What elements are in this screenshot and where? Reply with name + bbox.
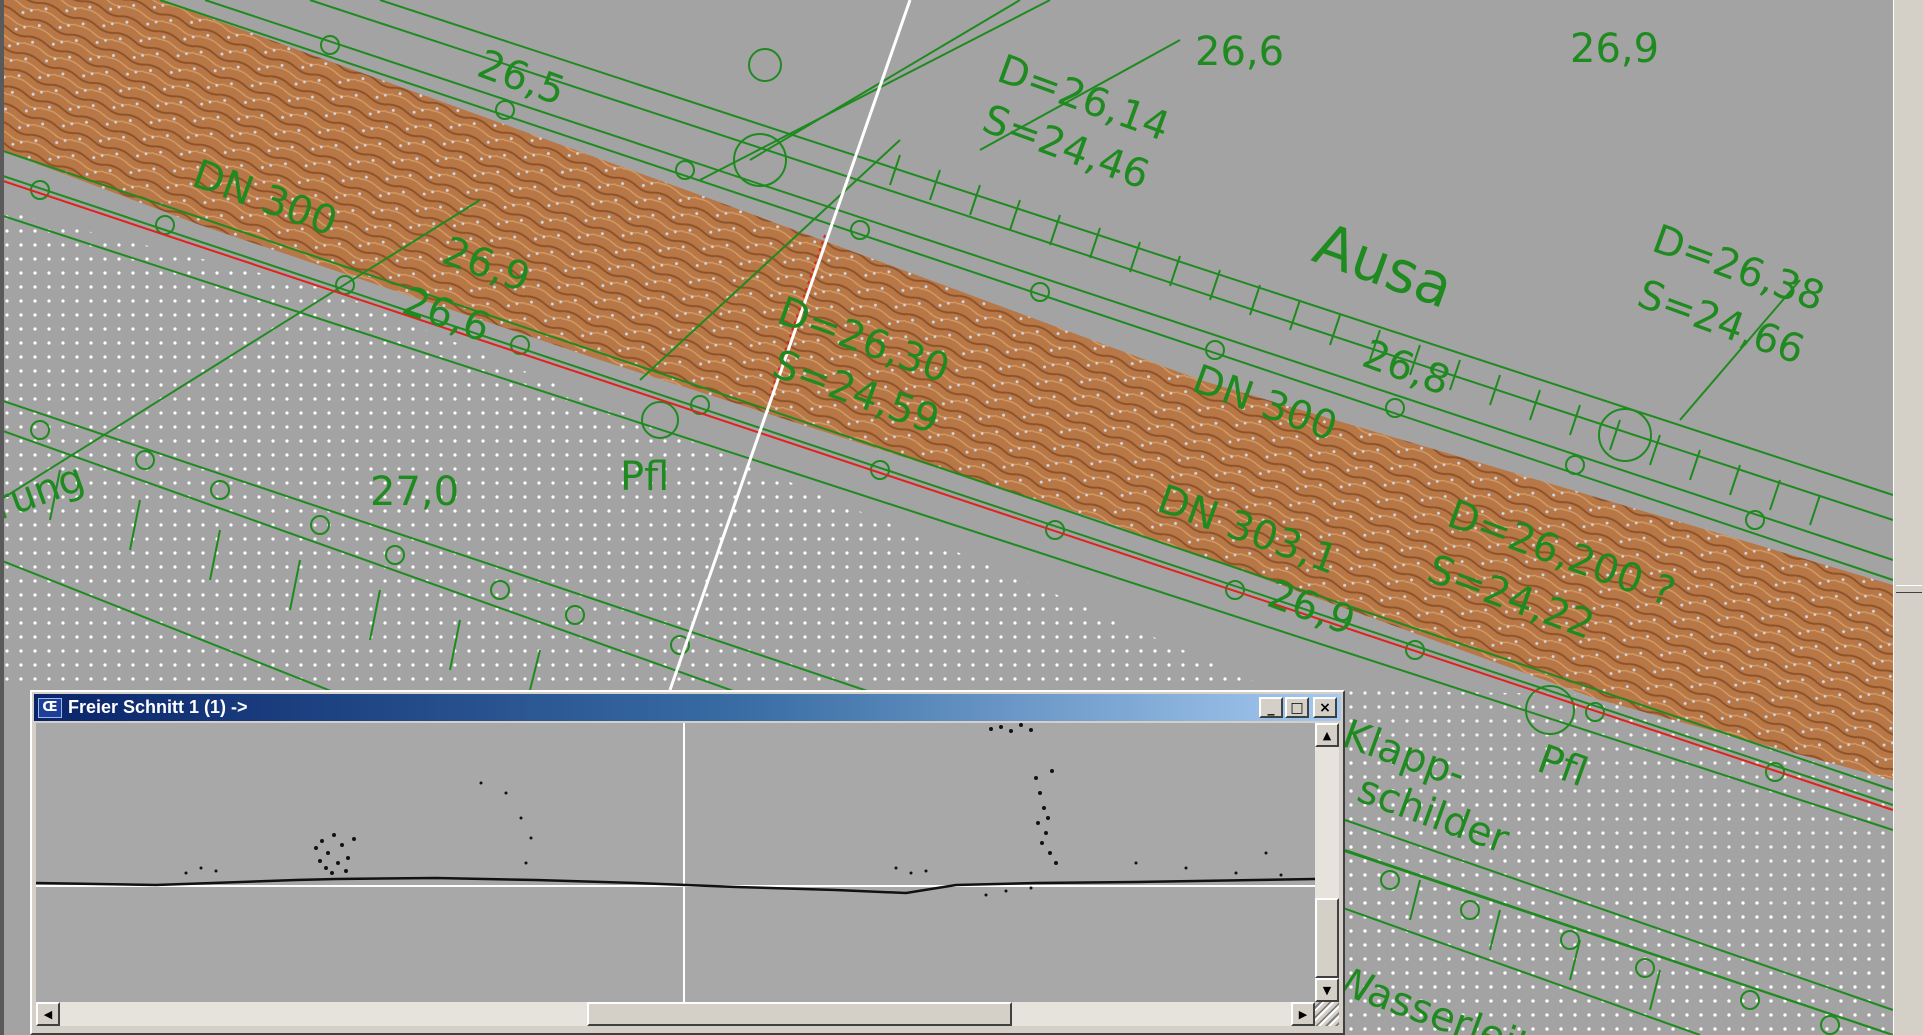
river-name-label: Ausa	[1305, 209, 1462, 322]
surface-label: Pfl	[620, 454, 669, 500]
scroll-left-button[interactable]: ◀	[36, 1002, 60, 1026]
close-icon: ×	[1319, 699, 1331, 716]
arrow-right-icon: ▶	[1298, 1007, 1308, 1021]
scroll-right-button[interactable]: ▶	[1291, 1002, 1315, 1026]
maximize-button[interactable]: □	[1285, 697, 1309, 718]
main-vertical-scrollbar[interactable]	[1893, 0, 1923, 1035]
main-scrollbar-thumb[interactable]	[1896, 585, 1922, 593]
window-title: Freier Schnitt 1 (1) ->	[68, 697, 248, 717]
section-profile-view[interactable]	[36, 723, 1315, 1002]
resize-grip[interactable]	[1315, 1002, 1339, 1026]
horizontal-scroll-thumb[interactable]	[587, 1002, 1012, 1026]
minimize-button[interactable]: _	[1259, 697, 1283, 718]
height-label: 26,5	[472, 41, 571, 115]
section-vertical-scrollbar[interactable]: ▲ ▼	[1315, 723, 1339, 1002]
close-button[interactable]: ×	[1313, 697, 1337, 718]
app-logo-icon[interactable]: Œ	[38, 697, 62, 718]
scroll-down-button[interactable]: ▼	[1315, 978, 1339, 1002]
arrow-down-icon: ▼	[1322, 983, 1332, 997]
vertical-scroll-thumb[interactable]	[1315, 898, 1339, 978]
height-label: 26,6	[1195, 29, 1284, 75]
point-cloud-cluster	[184, 723, 1283, 897]
window-titlebar[interactable]: Œ Freier Schnitt 1 (1) -> _ □ ×	[34, 694, 1341, 721]
maximize-icon: □	[1290, 699, 1304, 716]
section-window[interactable]: Œ Freier Schnitt 1 (1) -> _ □ × ▲ ▼ ◀ ▶	[30, 690, 1345, 1035]
window-controls: _ □ ×	[1259, 697, 1337, 718]
height-label: 26,8	[1357, 331, 1456, 405]
arrow-left-icon: ◀	[43, 1007, 53, 1021]
height-label: 26,9	[1570, 26, 1659, 72]
scroll-up-button[interactable]: ▲	[1315, 723, 1339, 747]
left-window-edge	[0, 0, 4, 1035]
height-label: 27,0	[370, 469, 459, 515]
section-horizontal-scrollbar[interactable]: ◀ ▶	[36, 1002, 1339, 1026]
arrow-up-icon: ▲	[1322, 728, 1332, 742]
minimize-icon: _	[1267, 699, 1275, 716]
